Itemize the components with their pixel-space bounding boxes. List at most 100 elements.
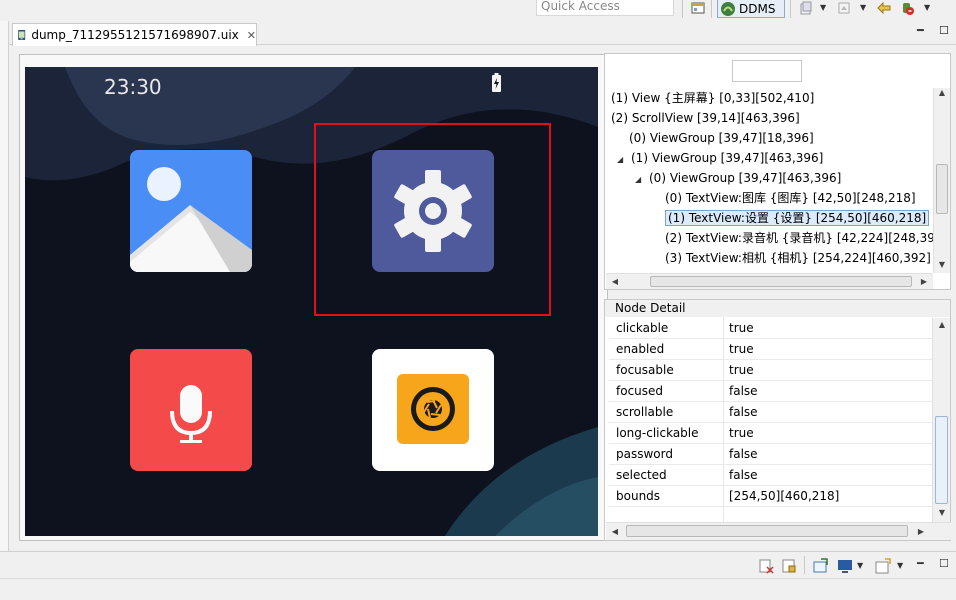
tree-node-label: (1) ViewGroup [39,47][463,396] bbox=[631, 151, 824, 165]
toolbar-separator bbox=[790, 0, 791, 18]
detail-horizontal-scrollbar[interactable]: ◀ ▶ bbox=[606, 522, 951, 540]
gallery-app-icon[interactable] bbox=[130, 150, 252, 272]
chevron-down-icon[interactable]: ▼ bbox=[857, 561, 863, 570]
quick-access-input[interactable]: Quick Access bbox=[536, 0, 674, 16]
recorder-app-icon[interactable] bbox=[130, 349, 252, 471]
scroll-right-arrow-icon[interactable]: ▶ bbox=[917, 277, 931, 286]
maximize-icon[interactable]: ☐ bbox=[939, 557, 949, 570]
detail-value: false bbox=[729, 447, 758, 461]
tree-node[interactable]: (2) TextView:录音机 {录音机} [42,224][248,392] bbox=[665, 228, 947, 248]
detail-row[interactable]: focusable true bbox=[609, 360, 935, 381]
detail-row[interactable]: enabled true bbox=[609, 339, 935, 360]
detail-row[interactable]: bounds [254,50][460,218] bbox=[609, 486, 935, 507]
tree-node[interactable]: (2) ScrollView [39,14][463,396] bbox=[611, 108, 800, 128]
chevron-down-icon[interactable]: ▼ bbox=[924, 3, 930, 12]
left-gutter bbox=[0, 21, 9, 551]
open-perspective-icon[interactable] bbox=[690, 0, 706, 16]
tree-node[interactable]: (1) TextView:设置 {设置} [254,50][460,218] bbox=[665, 208, 930, 228]
scroll-thumb[interactable] bbox=[626, 525, 908, 537]
detail-row[interactable]: selected false bbox=[609, 465, 935, 486]
scroll-right-arrow-icon[interactable]: ▶ bbox=[914, 527, 928, 536]
detail-row[interactable]: focused false bbox=[609, 381, 935, 402]
battery-charging-icon bbox=[492, 73, 501, 92]
tree-search-input[interactable] bbox=[732, 60, 802, 82]
screenshot-icon[interactable] bbox=[836, 0, 852, 16]
back-arrow-icon[interactable] bbox=[876, 0, 892, 16]
detail-value: true bbox=[729, 426, 754, 440]
clear-console-icon[interactable] bbox=[758, 558, 774, 574]
hierarchy-tree-panel: (1) View {主屏幕} [0,33][502,410] (2) Scroll… bbox=[604, 53, 951, 290]
maximize-icon[interactable]: ☐ bbox=[939, 24, 949, 37]
tree-node-label: (1) TextView:设置 {设置} [254,50][460,218] bbox=[665, 210, 930, 226]
scroll-thumb[interactable] bbox=[650, 276, 912, 287]
scroll-thumb[interactable] bbox=[936, 164, 948, 214]
detail-key: enabled bbox=[616, 342, 665, 356]
detail-value: false bbox=[729, 384, 758, 398]
detail-key: bounds bbox=[616, 489, 661, 503]
main-toolbar: Quick Access DDMS ▼ ▼ ▼ bbox=[0, 0, 956, 20]
open-console-icon[interactable] bbox=[875, 558, 891, 574]
editor-tab-title: dump_7112955121571698907.uix bbox=[31, 28, 239, 42]
detail-row[interactable]: password false bbox=[609, 444, 935, 465]
detail-row[interactable]: long-clickable true bbox=[609, 423, 935, 444]
status-time: 23:30 bbox=[104, 75, 162, 99]
detail-value: true bbox=[729, 363, 754, 377]
device-screenshot-frame: 23:30 bbox=[19, 54, 608, 541]
tree-node-label: (2) ScrollView [39,14][463,396] bbox=[611, 111, 800, 125]
detail-row[interactable]: scrollable false bbox=[609, 402, 935, 423]
bug-icon[interactable] bbox=[899, 0, 915, 16]
editor-tab-strip: dump_7112955121571698907.uix ✕ ━ ☐ bbox=[9, 21, 956, 46]
minimize-icon[interactable]: ━ bbox=[917, 24, 924, 37]
detail-value: true bbox=[729, 321, 754, 335]
chevron-down-icon[interactable]: ▼ bbox=[820, 3, 826, 12]
selection-highlight bbox=[314, 123, 551, 316]
uix-file-icon bbox=[18, 30, 26, 40]
bottom-toolbar: ▼ ▼ ━ ☐ bbox=[0, 551, 956, 578]
tree-node-label: (2) TextView:录音机 {录音机} [42,224][248,392] bbox=[665, 231, 948, 245]
chevron-down-icon[interactable]: ▼ bbox=[897, 561, 903, 570]
tree-node-label: (0) TextView:图库 {图库} [42,50][248,218] bbox=[665, 191, 916, 205]
toolbar-separator bbox=[682, 0, 683, 18]
expand-arrow-icon[interactable]: ◢ bbox=[617, 150, 631, 170]
scroll-up-arrow-icon[interactable]: ▲ bbox=[935, 320, 949, 329]
tree-node[interactable]: (1) View {主屏幕} [0,33][502,410] bbox=[611, 88, 814, 108]
chevron-down-icon[interactable]: ▼ bbox=[860, 3, 866, 12]
scroll-left-arrow-icon[interactable]: ◀ bbox=[608, 527, 622, 536]
tree-node[interactable]: (3) TextView:相机 {相机} [254,224][460,392] bbox=[665, 248, 931, 268]
detail-key: long-clickable bbox=[616, 426, 699, 440]
tree-node-label: (0) ViewGroup [39,47][463,396] bbox=[649, 171, 842, 185]
detail-key: scrollable bbox=[616, 405, 674, 419]
expand-arrow-icon[interactable]: ◢ bbox=[635, 170, 649, 190]
pin-console-icon[interactable] bbox=[812, 558, 828, 574]
minimize-icon[interactable]: ━ bbox=[917, 557, 924, 570]
tree-node[interactable]: ◢ (1) ViewGroup [39,47][463,396] bbox=[617, 148, 823, 168]
toolbar-separator bbox=[804, 556, 805, 574]
tree-node-label: (1) View {主屏幕} [0,33][502,410] bbox=[611, 91, 815, 105]
detail-row[interactable]: clickable true bbox=[609, 318, 935, 339]
detail-value: true bbox=[729, 342, 754, 356]
scroll-lock-icon[interactable] bbox=[781, 558, 797, 574]
device-screenshot[interactable]: 23:30 bbox=[25, 67, 598, 536]
tree-node[interactable]: ◢ (0) ViewGroup [39,47][463,396] bbox=[635, 168, 841, 188]
scroll-up-arrow-icon[interactable]: ▲ bbox=[935, 88, 949, 97]
scroll-down-arrow-icon[interactable]: ▼ bbox=[935, 260, 949, 269]
detail-key: focusable bbox=[616, 363, 674, 377]
detail-key: focused bbox=[616, 384, 664, 398]
tree-node[interactable]: (0) ViewGroup [39,47][18,396] bbox=[629, 128, 814, 148]
tree-node[interactable]: (0) TextView:图库 {图库} [42,50][248,218] bbox=[665, 188, 916, 208]
editor-tab[interactable]: dump_7112955121571698907.uix ✕ bbox=[12, 23, 257, 46]
ddms-label: DDMS bbox=[739, 1, 776, 16]
scroll-down-arrow-icon[interactable]: ▼ bbox=[935, 508, 949, 517]
ddms-perspective-button[interactable]: DDMS bbox=[717, 0, 785, 18]
scroll-thumb[interactable] bbox=[935, 416, 948, 504]
node-detail-title: Node Detail bbox=[605, 300, 950, 317]
tree-horizontal-scrollbar[interactable]: ◀ ▶ bbox=[606, 273, 933, 289]
tree-vertical-scrollbar[interactable]: ▲ ▼ bbox=[933, 88, 950, 273]
display-console-icon[interactable] bbox=[837, 558, 853, 574]
close-icon[interactable]: ✕ bbox=[247, 29, 256, 42]
detail-vertical-scrollbar[interactable]: ▲ ▼ bbox=[932, 318, 950, 522]
dump-icon[interactable] bbox=[798, 0, 814, 16]
camera-app-icon[interactable] bbox=[372, 349, 494, 471]
detail-value: false bbox=[729, 468, 758, 482]
scroll-left-arrow-icon[interactable]: ◀ bbox=[608, 277, 622, 286]
